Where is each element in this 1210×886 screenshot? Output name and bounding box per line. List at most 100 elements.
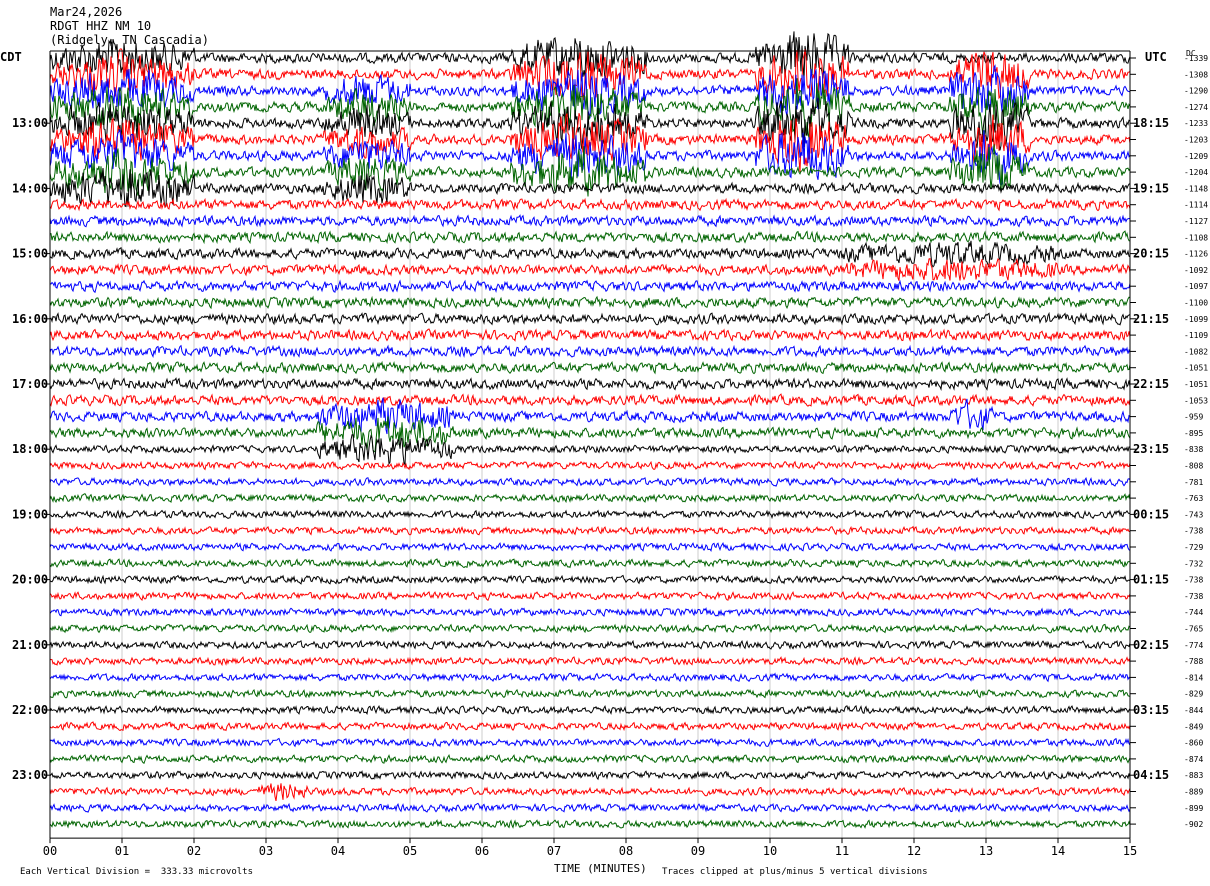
x-tick-label-09: 09	[691, 844, 705, 858]
right-hour-label-21:15: 21:15	[1133, 312, 1169, 326]
trace-row-11	[50, 230, 1131, 245]
dc-column-header: DC	[1186, 49, 1196, 58]
dc-offset-label-11: -1108	[1184, 233, 1208, 242]
x-axis-title: TIME (MINUTES)	[554, 862, 647, 875]
dc-offset-label-42: -860	[1184, 739, 1203, 748]
trace-row-15	[49, 295, 1131, 310]
left-hour-label-21:00: 21:00	[12, 638, 48, 652]
right-hour-label-19:15: 19:15	[1133, 181, 1169, 195]
x-tick-label-13: 13	[979, 844, 993, 858]
trace-row-27	[49, 493, 1131, 504]
x-tick-label-10: 10	[763, 844, 777, 858]
x-tick-label-01: 01	[115, 844, 129, 858]
dc-offset-label-13: -1092	[1184, 266, 1208, 275]
dc-offset-label-28: -743	[1184, 510, 1203, 519]
right-hour-label-22:15: 22:15	[1133, 377, 1169, 391]
trace-row-30	[49, 541, 1131, 552]
x-tick-label-05: 05	[403, 844, 417, 858]
dc-offset-label-22: -959	[1184, 413, 1203, 422]
trace-row-42	[49, 737, 1131, 748]
x-tick-label-11: 11	[835, 844, 849, 858]
dc-offset-label-39: -829	[1184, 690, 1203, 699]
trace-row-20	[49, 377, 1131, 391]
dc-offset-label-36: -774	[1184, 641, 1203, 650]
dc-offset-label-2: -1290	[1184, 87, 1208, 96]
x-tick-label-02: 02	[187, 844, 201, 858]
trace-row-41	[49, 721, 1131, 732]
trace-row-26	[49, 476, 1131, 487]
trace-row-46	[49, 802, 1131, 813]
x-tick-label-06: 06	[475, 844, 489, 858]
x-tick-label-08: 08	[619, 844, 633, 858]
dc-offset-label-16: -1099	[1184, 315, 1208, 324]
dc-offset-label-29: -738	[1184, 527, 1203, 536]
trace-row-14	[49, 279, 1131, 294]
dc-offset-label-40: -844	[1184, 706, 1203, 715]
dc-offset-label-10: -1127	[1184, 217, 1208, 226]
trace-row-12	[49, 240, 1131, 268]
trace-row-16	[49, 311, 1131, 326]
dc-offset-label-25: -808	[1184, 462, 1203, 471]
dc-offset-label-32: -738	[1184, 576, 1203, 585]
dc-offset-label-41: -849	[1184, 722, 1203, 731]
dc-offset-label-27: -763	[1184, 494, 1203, 503]
dc-offset-label-30: -729	[1184, 543, 1203, 552]
dc-offset-label-23: -895	[1184, 429, 1203, 438]
right-hour-label-01:15: 01:15	[1133, 573, 1169, 587]
trace-row-31	[49, 558, 1131, 569]
right-hour-label-02:15: 02:15	[1133, 638, 1169, 652]
x-tick-label-07: 07	[547, 844, 561, 858]
dc-offset-label-1: -1308	[1184, 70, 1208, 79]
dc-offset-label-6: -1209	[1184, 152, 1208, 161]
trace-row-17	[49, 328, 1131, 342]
dc-offset-label-19: -1051	[1184, 364, 1208, 373]
dc-offset-label-24: -838	[1184, 445, 1203, 454]
right-hour-label-23:15: 23:15	[1133, 442, 1169, 456]
trace-row-38	[49, 672, 1131, 683]
right-hour-label-18:15: 18:15	[1133, 116, 1169, 130]
left-hour-label-17:00: 17:00	[12, 377, 48, 391]
dc-offset-label-44: -883	[1184, 771, 1203, 780]
trace-row-47	[49, 819, 1131, 829]
x-tick-label-00: 00	[43, 844, 57, 858]
x-tick-label-04: 04	[331, 844, 345, 858]
left-timezone-label: CDT	[0, 50, 22, 64]
dc-offset-label-15: -1100	[1184, 299, 1208, 308]
x-tick-label-15: 15	[1123, 844, 1137, 858]
right-hour-label-20:15: 20:15	[1133, 247, 1169, 261]
x-tick-label-12: 12	[907, 844, 921, 858]
trace-row-25	[49, 460, 1131, 471]
trace-row-35	[49, 623, 1131, 634]
x-tick-label-14: 14	[1051, 844, 1065, 858]
trace-row-44	[49, 770, 1131, 781]
dc-offset-label-4: -1233	[1184, 119, 1208, 128]
dc-offset-label-45: -889	[1184, 788, 1203, 797]
right-hour-label-00:15: 00:15	[1133, 507, 1169, 521]
left-hour-label-19:00: 19:00	[12, 507, 48, 521]
dc-offset-label-12: -1126	[1184, 250, 1208, 259]
dc-offset-label-17: -1109	[1184, 331, 1208, 340]
trace-row-32	[49, 574, 1131, 585]
trace-row-34	[49, 607, 1131, 618]
helicorder-plot: 00 01 02 03 04 05 06 07 08 09 10 11 12 13 14 15 -1339-1…	[12, 31, 1208, 858]
dc-offset-label-47: -902	[1184, 820, 1203, 829]
header-date: Mar24,2026	[50, 5, 123, 19]
trace-row-40	[49, 704, 1131, 715]
trace-row-45	[49, 783, 1131, 802]
right-timezone-label: UTC	[1145, 50, 1167, 64]
trace-row-13	[49, 257, 1131, 281]
trace-row-1	[49, 48, 1131, 101]
clip-note: Traces clipped at plus/minus 5 vertical …	[662, 867, 928, 877]
trace-row-18	[49, 344, 1131, 359]
left-hour-label-13:00: 13:00	[12, 116, 48, 130]
dc-offset-label-5: -1203	[1184, 136, 1208, 145]
left-hour-label-14:00: 14:00	[12, 181, 48, 195]
dc-offset-label-31: -732	[1184, 559, 1203, 568]
dc-offset-label-33: -738	[1184, 592, 1203, 601]
x-axis-ticks: 00 01 02 03 04 05 06 07 08 09 10 11 12 13 14 15	[43, 838, 1137, 858]
trace-row-29	[49, 525, 1131, 536]
x-tick-label-03: 03	[259, 844, 273, 858]
trace-row-39	[49, 688, 1131, 699]
dc-offset-label-26: -781	[1184, 478, 1203, 487]
left-hour-label-18:00: 18:00	[12, 442, 48, 456]
